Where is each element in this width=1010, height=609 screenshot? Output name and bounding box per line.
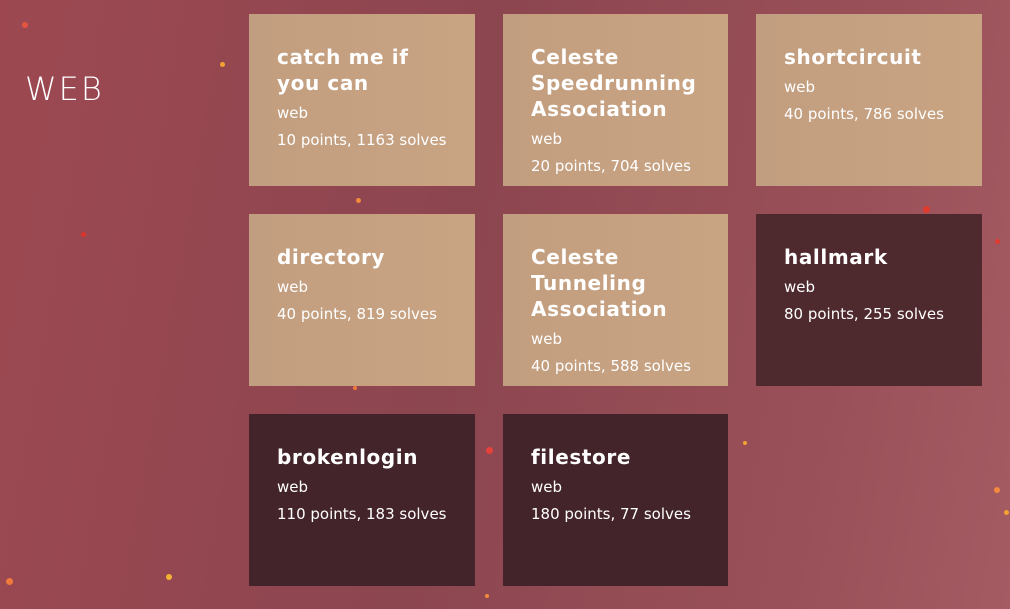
particle [220, 62, 225, 67]
challenge-title: shortcircuit [784, 45, 922, 69]
challenge-category: web [277, 104, 309, 122]
challenge-grid: catch me if you can web 10 points, 1163 … [249, 14, 982, 586]
challenge-title: directory [277, 245, 386, 269]
challenge-category: web [277, 478, 309, 496]
challenge-title: hallmark [784, 245, 888, 269]
challenge-card-directory[interactable]: directory web 40 points, 819 solves [249, 214, 475, 386]
particle [1004, 510, 1009, 515]
challenge-title: Celeste Tunneling Association [531, 245, 668, 321]
challenge-card-celeste-tunneling-association[interactable]: Celeste Tunneling Association web 40 poi… [503, 214, 728, 386]
challenge-category: web [531, 130, 563, 148]
particle [81, 232, 86, 237]
particle [166, 574, 172, 580]
challenge-points: 110 points, 183 solves [277, 505, 447, 523]
challenge-card-hallmark[interactable]: hallmark web 80 points, 255 solves [756, 214, 982, 386]
challenge-title: brokenlogin [277, 445, 419, 469]
challenge-card-filestore[interactable]: filestore web 180 points, 77 solves [503, 414, 728, 586]
challenge-points: 40 points, 786 solves [784, 105, 944, 123]
challenge-points: 10 points, 1163 solves [277, 131, 447, 149]
particle [6, 578, 13, 585]
section-title: WEB [25, 70, 104, 108]
challenge-points: 20 points, 704 solves [531, 157, 691, 175]
challenge-card-catch-me-if-you-can[interactable]: catch me if you can web 10 points, 1163 … [249, 14, 475, 186]
challenge-card-brokenlogin[interactable]: brokenlogin web 110 points, 183 solves [249, 414, 475, 586]
challenge-points: 180 points, 77 solves [531, 505, 691, 523]
challenge-card-celeste-speedrunning-association[interactable]: Celeste Speedrunning Association web 20 … [503, 14, 728, 186]
challenge-category: web [784, 78, 816, 96]
challenge-card-shortcircuit[interactable]: shortcircuit web 40 points, 786 solves [756, 14, 982, 186]
particle [22, 22, 28, 28]
challenge-title: Celeste Speedrunning Association [531, 45, 697, 121]
challenge-points: 40 points, 819 solves [277, 305, 437, 323]
particle [485, 594, 489, 598]
challenge-title: catch me if you can [277, 45, 409, 95]
particle [995, 239, 1000, 244]
challenge-category: web [531, 478, 563, 496]
challenge-points: 80 points, 255 solves [784, 305, 944, 323]
challenge-category: web [531, 330, 563, 348]
challenge-points: 40 points, 588 solves [531, 357, 691, 375]
challenge-category: web [784, 278, 816, 296]
challenge-category: web [277, 278, 309, 296]
challenge-title: filestore [531, 445, 632, 469]
particle [994, 487, 1000, 493]
